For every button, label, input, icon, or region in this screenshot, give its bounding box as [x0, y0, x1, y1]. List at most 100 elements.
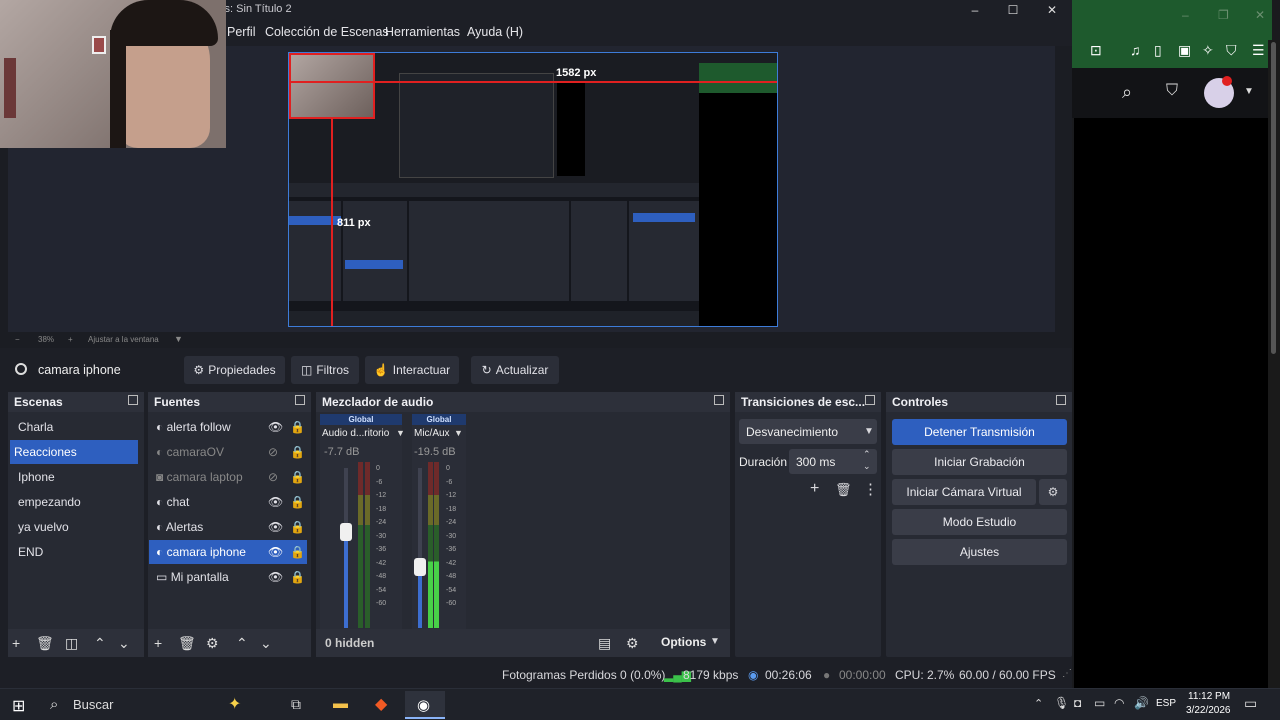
- windows-start-icon[interactable]: ⊞: [12, 696, 25, 716]
- studio-mode-button[interactable]: Modo Estudio: [892, 509, 1067, 535]
- search-tab-icon[interactable]: ⊡: [1090, 42, 1102, 59]
- properties-button[interactable]: ⚙ Propiedades: [184, 356, 285, 384]
- more-icon[interactable]: ⋮: [863, 480, 878, 498]
- lock-icon[interactable]: 🔒: [290, 440, 305, 464]
- menu-herramientas[interactable]: Herramientas: [385, 25, 460, 39]
- source-item[interactable]: ◙ camara laptop ⊘ 🔒: [150, 465, 306, 489]
- scene-item[interactable]: END: [14, 540, 142, 564]
- lock-icon[interactable]: 🔒: [290, 540, 305, 564]
- channel-name[interactable]: Mic/Aux: [414, 428, 450, 439]
- up-icon[interactable]: ⌃: [236, 635, 248, 652]
- minimize-button[interactable]: –: [955, 0, 995, 20]
- file-explorer-icon[interactable]: ▬: [333, 695, 348, 712]
- zoom-dropdown-icon[interactable]: ▼: [174, 334, 183, 344]
- channel-name[interactable]: Audio d...ritorio: [322, 428, 389, 439]
- source-item[interactable]: ◐ chat 👁 🔒: [150, 490, 306, 514]
- scene-item-selected[interactable]: Reacciones: [10, 440, 138, 464]
- scene-item[interactable]: Iphone: [14, 465, 142, 489]
- eye-hidden-icon[interactable]: ⊘: [268, 440, 278, 464]
- start-virtual-camera-button[interactable]: Iniciar Cámara Virtual: [892, 479, 1036, 505]
- layout-icon[interactable]: ▤: [598, 635, 611, 652]
- language-indicator[interactable]: ESP: [1156, 698, 1176, 709]
- scene-item[interactable]: Charla: [14, 415, 142, 439]
- scrollbar-thumb[interactable]: [1271, 42, 1276, 354]
- copilot-sparkle-icon[interactable]: ✦: [228, 694, 241, 714]
- volume-slider-handle[interactable]: [414, 558, 426, 577]
- eye-icon[interactable]: 👁: [268, 415, 283, 439]
- lock-icon[interactable]: 🔒: [290, 490, 305, 514]
- scene-item[interactable]: ya vuelvo: [14, 515, 142, 539]
- duration-spinbox[interactable]: 300 ms ⌃ ⌄: [789, 449, 877, 474]
- close-button[interactable]: ✕: [1032, 0, 1072, 20]
- filters-button[interactable]: ◫ Filtros: [291, 356, 359, 384]
- clock-time[interactable]: 11:12 PM: [1188, 691, 1230, 702]
- settings-button[interactable]: Ajustes: [892, 539, 1067, 565]
- shield-icon[interactable]: ⛉: [1226, 42, 1237, 59]
- zoom-in-button[interactable]: +: [68, 335, 73, 344]
- volume-slider-handle[interactable]: [340, 523, 352, 541]
- source-item[interactable]: ◐ Alertas 👁 🔒: [150, 515, 306, 539]
- wallet-icon[interactable]: ▣: [1178, 42, 1191, 59]
- battery-icon[interactable]: ▭: [1094, 696, 1105, 710]
- trash-icon[interactable]: 🗑: [36, 635, 54, 652]
- lock-icon[interactable]: 🔒: [290, 515, 305, 539]
- menu-coleccion-escenas[interactable]: Colección de Escenas: [265, 25, 389, 39]
- up-icon[interactable]: ⌃: [94, 635, 106, 652]
- add-icon[interactable]: +: [12, 635, 20, 651]
- eye-icon[interactable]: 👁: [268, 565, 283, 589]
- transition-select[interactable]: Desvanecimiento ▼: [739, 419, 877, 444]
- lock-icon[interactable]: 🔒: [290, 415, 305, 439]
- interact-button[interactable]: ☝ Interactuar: [365, 356, 459, 384]
- menu-perfil[interactable]: Perfil: [227, 25, 255, 39]
- dock-float-icon[interactable]: [865, 395, 875, 405]
- notifications-icon[interactable]: ▭: [1244, 695, 1257, 712]
- scene-item[interactable]: empezando: [14, 490, 142, 514]
- menu-icon[interactable]: ☰: [1252, 42, 1265, 59]
- eye-icon[interactable]: 👁: [268, 515, 283, 539]
- options-button[interactable]: Options: [661, 635, 706, 649]
- down-icon[interactable]: ⌄: [260, 635, 272, 652]
- source-item[interactable]: ◐ alerta follow 👁 🔒: [150, 415, 306, 439]
- eye-icon[interactable]: 👁: [268, 540, 283, 564]
- maximize-icon[interactable]: ❐: [1218, 8, 1229, 22]
- filter-icon[interactable]: ◫: [65, 635, 78, 652]
- down-icon[interactable]: ⌄: [118, 635, 130, 652]
- bookmark-icon[interactable]: ⛉: [1166, 82, 1178, 100]
- stop-stream-button[interactable]: Detener Transmisión: [892, 419, 1067, 445]
- lock-icon[interactable]: 🔒: [290, 465, 305, 489]
- gear-icon[interactable]: ⚙: [206, 635, 219, 652]
- dock-float-icon[interactable]: [714, 395, 724, 405]
- chevron-down-icon[interactable]: ▼: [710, 636, 720, 647]
- lock-icon[interactable]: 🔒: [290, 565, 305, 589]
- refresh-button[interactable]: ↻ Actualizar: [471, 356, 559, 384]
- source-item[interactable]: ▭ Mi pantalla 👁 🔒: [150, 565, 306, 589]
- add-icon[interactable]: +: [810, 480, 819, 498]
- eye-icon[interactable]: 👁: [268, 490, 283, 514]
- sidebar-icon[interactable]: ▯: [1154, 42, 1162, 59]
- dock-float-icon[interactable]: [1056, 395, 1066, 405]
- start-recording-button[interactable]: Iniciar Grabación: [892, 449, 1067, 475]
- minimize-icon[interactable]: –: [1182, 8, 1189, 22]
- eye-hidden-icon[interactable]: ⊘: [268, 465, 278, 489]
- close-icon[interactable]: ✕: [1255, 8, 1265, 22]
- maximize-button[interactable]: ☐: [993, 0, 1033, 20]
- camera-tray-icon[interactable]: ◘: [1074, 696, 1081, 710]
- dock-float-icon[interactable]: [128, 395, 138, 405]
- add-icon[interactable]: +: [154, 635, 162, 651]
- fit-window-button[interactable]: Ajustar a la ventana: [88, 335, 159, 344]
- search-icon[interactable]: ⌕: [1122, 82, 1132, 103]
- clock-date[interactable]: 3/22/2026: [1186, 705, 1231, 716]
- scene-preview[interactable]: 1582 px 811 px: [288, 52, 778, 327]
- task-view-icon[interactable]: ⧉: [291, 696, 301, 713]
- chevron-up-icon[interactable]: ⌃: [863, 449, 871, 460]
- trash-icon[interactable]: 🗑: [178, 635, 196, 652]
- brave-icon[interactable]: ◆: [375, 694, 387, 714]
- wifi-icon[interactable]: ◠: [1114, 696, 1124, 710]
- dock-float-icon[interactable]: [295, 395, 305, 405]
- tray-chevron-icon[interactable]: ⌃: [1034, 697, 1043, 710]
- settings-icon[interactable]: ⚙: [626, 635, 639, 652]
- menu-ayuda[interactable]: Ayuda (H): [467, 25, 523, 39]
- virtual-camera-settings-icon[interactable]: ⚙: [1039, 479, 1067, 505]
- zoom-out-button[interactable]: −: [15, 335, 20, 344]
- chevron-down-icon[interactable]: ▼: [396, 428, 405, 438]
